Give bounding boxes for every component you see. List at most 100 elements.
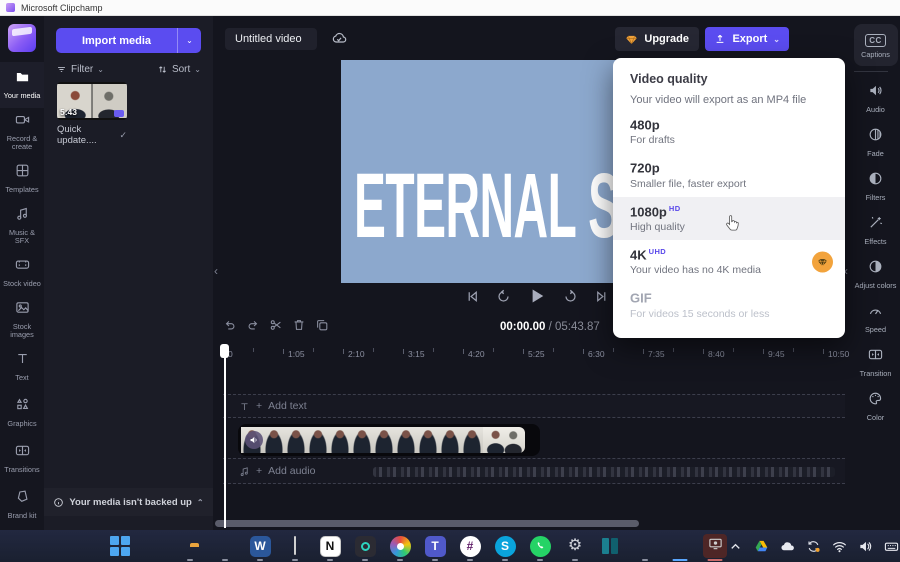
skip-to-start-button[interactable] xyxy=(465,289,480,309)
left-nav-brand-kit[interactable]: Brand kit xyxy=(0,481,44,527)
left-nav-stock-images[interactable]: Stock images xyxy=(0,296,44,344)
left-nav-templates[interactable]: Templates xyxy=(0,156,44,202)
sync-icon[interactable] xyxy=(805,538,822,555)
hidden-icons-chevron[interactable] xyxy=(727,538,744,555)
onedrive-icon[interactable] xyxy=(779,538,796,555)
left-nav-label: Transitions xyxy=(4,464,40,474)
properties-panel-transition[interactable]: Transition xyxy=(854,342,898,384)
upgrade-button[interactable]: Upgrade xyxy=(615,27,699,51)
redo-button[interactable] xyxy=(246,318,260,337)
left-nav-graphics[interactable]: Graphics xyxy=(0,389,44,435)
quality-label: 4K UHD xyxy=(630,246,667,263)
left-nav-record-create[interactable]: Record & create xyxy=(0,108,44,156)
taskbar-start[interactable] xyxy=(108,534,132,558)
left-nav-icon xyxy=(15,206,30,226)
taskbar-slack[interactable]: # xyxy=(458,534,482,558)
export-quality-option[interactable]: 4K UHD Your video has no 4K media xyxy=(613,240,845,283)
left-nav-label: Text xyxy=(15,372,29,382)
left-nav-icon xyxy=(15,163,30,183)
properties-panel-speed[interactable]: Speed xyxy=(854,298,898,340)
taskbar-vscode[interactable] xyxy=(143,534,170,562)
export-label: Export xyxy=(732,33,768,45)
export-quality-option[interactable]: 720p Smaller file, faster export xyxy=(613,153,845,196)
skip-to-end-button[interactable] xyxy=(594,289,609,309)
project-title-field[interactable]: Untitled video xyxy=(225,28,317,50)
properties-panel-adjust-colors[interactable]: Adjust colors xyxy=(854,254,898,296)
keyboard-icon[interactable] xyxy=(883,538,900,555)
ruler-tick-label: 1:05 xyxy=(288,349,305,359)
quality-label: 1080p HD xyxy=(630,203,681,219)
taskbar-file-explorer[interactable] xyxy=(178,534,202,558)
text-icon xyxy=(241,402,248,410)
collapse-left-handle[interactable]: ‹ xyxy=(214,264,218,278)
sort-button[interactable]: Sort ⌄ xyxy=(157,64,201,75)
import-media-button[interactable]: Import media ⌄ xyxy=(56,28,201,53)
taskbar-clipchamp[interactable] xyxy=(668,534,692,558)
left-nav-transitions[interactable]: Transitions xyxy=(0,435,44,481)
volume-icon[interactable] xyxy=(857,538,874,555)
media-clip-thumbnail[interactable]: 5:43 xyxy=(57,82,127,120)
left-nav-stock-video[interactable]: Stock video xyxy=(0,250,44,296)
split-scissors-button[interactable] xyxy=(269,318,283,337)
text-track[interactable]: + Add text xyxy=(223,394,845,418)
export-button[interactable]: Export ⌄ xyxy=(705,27,789,51)
left-nav-label: Stock video xyxy=(3,278,41,288)
rewind-button[interactable] xyxy=(496,289,511,309)
properties-panel-filters[interactable]: Filters xyxy=(854,166,898,208)
left-nav-label: Templates xyxy=(5,185,39,195)
quality-badge: HD xyxy=(668,203,681,213)
taskbar-virtual-desktops[interactable] xyxy=(598,534,622,558)
undo-button[interactable] xyxy=(223,318,237,337)
upgrade-label: Upgrade xyxy=(644,33,689,45)
taskbar-brave-browser[interactable] xyxy=(213,534,240,562)
taskbar-settings[interactable]: ⚙ xyxy=(563,534,587,558)
virtual-desktops-icon xyxy=(602,538,618,554)
properties-panel-captions[interactable]: CC Captions xyxy=(853,24,898,66)
delete-button[interactable] xyxy=(292,318,306,337)
taskbar-teams[interactable]: T xyxy=(423,534,447,558)
properties-panel-fade[interactable]: Fade xyxy=(854,122,898,164)
play-button[interactable] xyxy=(527,286,547,311)
taskbar-word[interactable]: W xyxy=(248,534,272,558)
notepad-icon xyxy=(294,536,296,555)
properties-panel-audio[interactable]: Audio xyxy=(854,78,898,120)
cloud-saved-icon[interactable] xyxy=(331,30,347,46)
timeline-ruler[interactable]: 0 1:05 2:10 3:15 4:20 5:25 6:30 7:35 8:40 9:45 10:… xyxy=(213,346,854,364)
taskbar-notion[interactable]: N xyxy=(318,534,342,558)
playback-controls xyxy=(465,286,609,311)
backup-notice-bar[interactable]: Your media isn't backed up ⌃ xyxy=(44,488,213,516)
clipchamp-app-logo[interactable] xyxy=(8,24,36,52)
taskbar-dev-app[interactable] xyxy=(353,534,377,558)
taskbar-skype[interactable]: S xyxy=(493,534,517,558)
properties-panel-effects[interactable]: Effects xyxy=(854,210,898,252)
forward-button[interactable] xyxy=(563,289,578,309)
export-quality-option[interactable]: 480p For drafts xyxy=(613,110,845,153)
taskbar-screen-share[interactable] xyxy=(703,534,727,558)
left-nav-music-sfx[interactable]: Music & SFX xyxy=(0,202,44,250)
import-media-dropdown[interactable]: ⌄ xyxy=(177,28,201,53)
teams-icon: T xyxy=(424,535,446,557)
wifi-icon[interactable] xyxy=(831,538,848,555)
export-quality-option[interactable]: GIF For videos 15 seconds or less xyxy=(613,283,845,326)
video-clip-strip[interactable] xyxy=(238,424,540,456)
taskbar-whatsapp[interactable] xyxy=(528,534,552,558)
notion-icon: N xyxy=(319,535,341,557)
filter-button[interactable]: Filter ⌄ xyxy=(56,64,104,75)
taskbar-paint[interactable] xyxy=(388,534,412,558)
taskbar-notepad[interactable] xyxy=(283,534,307,558)
chevron-down-icon: ⌄ xyxy=(194,65,201,74)
properties-panel-label: Adjust colors xyxy=(854,281,897,291)
media-clip-card[interactable]: 5:43 Quick update.... ✓ xyxy=(57,82,127,146)
quality-label: 720p xyxy=(630,160,660,176)
google-drive-icon[interactable] xyxy=(753,538,770,555)
duplicate-button[interactable] xyxy=(315,318,329,337)
left-nav-text[interactable]: Text xyxy=(0,343,44,389)
filmstrip-frame xyxy=(461,427,483,453)
playhead-handle[interactable] xyxy=(220,344,229,358)
export-quality-option[interactable]: 1080p HD High quality xyxy=(613,196,845,240)
properties-panel-color[interactable]: Color xyxy=(854,386,898,428)
audio-track[interactable]: + Add audio xyxy=(223,458,845,484)
left-nav-your-media[interactable]: Your media xyxy=(0,62,44,108)
timeline-scrollbar[interactable] xyxy=(215,520,639,527)
taskbar-chrome[interactable] xyxy=(633,534,657,558)
